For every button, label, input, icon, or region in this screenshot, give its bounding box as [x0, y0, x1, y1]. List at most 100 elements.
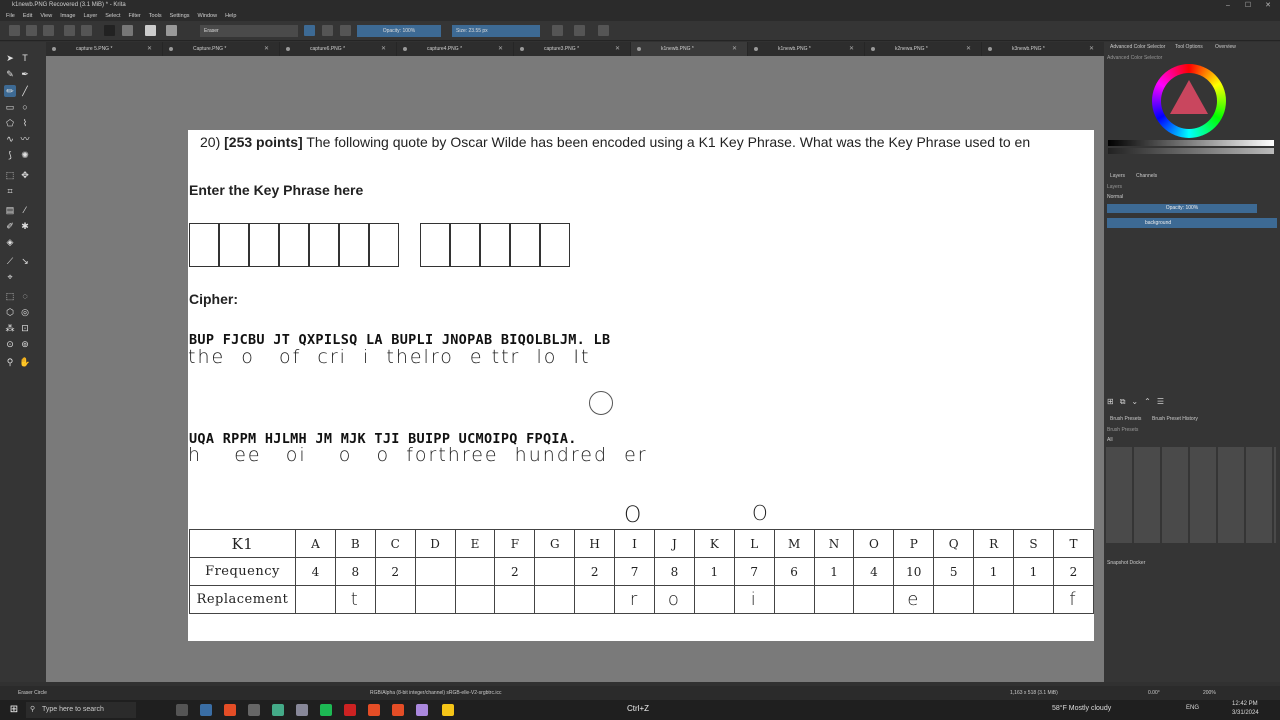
close-icon[interactable]: ✕: [498, 42, 503, 56]
close-icon[interactable]: ✕: [615, 42, 620, 56]
minimize-icon[interactable]: –: [1218, 0, 1238, 11]
close-icon[interactable]: ✕: [732, 42, 737, 56]
app-icon[interactable]: [248, 704, 260, 716]
layer-opacity-slider[interactable]: Opacity: 100%: [1107, 204, 1257, 213]
rect-select-icon[interactable]: ⬚: [4, 290, 16, 302]
tab-document-active[interactable]: k1newb.PNG * ✕: [631, 42, 748, 56]
value-gradient-bar[interactable]: [1108, 140, 1274, 146]
tab-brush-preset-history[interactable]: Brush Preset History: [1152, 416, 1198, 422]
tab-document[interactable]: capture3.PNG * ✕: [514, 42, 631, 56]
key-letter-box[interactable]: [189, 223, 219, 267]
tab-document[interactable]: capture 5.PNG * ✕: [46, 42, 163, 56]
close-icon[interactable]: ✕: [849, 42, 854, 56]
similar-select-icon[interactable]: ⊡: [19, 322, 31, 334]
colorize-mask-icon[interactable]: ✐: [4, 220, 16, 232]
opacity-slider[interactable]: Opacity: 100%: [357, 25, 441, 37]
tab-tool-options[interactable]: Tool Options: [1175, 44, 1203, 50]
menu-help[interactable]: Help: [225, 11, 236, 21]
undo-icon[interactable]: [64, 25, 75, 36]
layer-row[interactable]: background: [1107, 218, 1277, 228]
key-letter-box[interactable]: [309, 223, 339, 267]
close-icon[interactable]: ✕: [1089, 42, 1094, 56]
taskbar-search[interactable]: ⚲ Type here to search: [26, 702, 136, 718]
tab-document[interactable]: k3newb.PNG * ✕: [982, 42, 1104, 56]
key-letter-box[interactable]: [420, 223, 450, 267]
clock-time[interactable]: 12:42 PM: [1232, 701, 1258, 707]
spotify-icon[interactable]: [320, 704, 332, 716]
freehand-path-icon[interactable]: 〰: [19, 133, 31, 145]
krita-icon[interactable]: [416, 704, 428, 716]
app-icon[interactable]: [296, 704, 308, 716]
polygon-select-icon[interactable]: ⬡: [4, 306, 16, 318]
mirror-horizontal-icon[interactable]: [552, 25, 563, 36]
zoom-tool-icon[interactable]: ⚲: [4, 356, 16, 368]
transform-icon[interactable]: [598, 25, 609, 36]
fg-bg-color-icon[interactable]: [104, 25, 115, 36]
tab-overview[interactable]: Overview: [1215, 44, 1236, 50]
dynamic-brush-icon[interactable]: ⟆: [4, 149, 16, 161]
menu-tools[interactable]: Tools: [149, 11, 162, 21]
tab-document[interactable]: k2newa.PNG * ✕: [865, 42, 982, 56]
pdf-icon[interactable]: [344, 704, 356, 716]
key-letter-box[interactable]: [510, 223, 540, 267]
close-icon[interactable]: ✕: [264, 42, 269, 56]
redo-icon[interactable]: [81, 25, 92, 36]
multibrush-icon[interactable]: ✺: [19, 149, 31, 161]
mirror-vertical-icon[interactable]: [574, 25, 585, 36]
chrome-icon[interactable]: [368, 704, 380, 716]
pattern-icon[interactable]: [145, 25, 156, 36]
rectangle-tool-icon[interactable]: ▭: [4, 101, 16, 113]
measure-tool-icon[interactable]: ↘: [19, 255, 31, 267]
menu-file[interactable]: File: [6, 11, 15, 21]
bezier-select-icon[interactable]: ⊙: [4, 338, 16, 350]
wrap-around-icon[interactable]: [340, 25, 351, 36]
menu-select[interactable]: Select: [105, 11, 120, 21]
contiguous-select-icon[interactable]: ⁂: [4, 322, 16, 334]
text-tool-icon[interactable]: T: [19, 52, 31, 64]
brush-filter-select[interactable]: All: [1107, 437, 1113, 443]
magnetic-select-icon[interactable]: ⊚: [19, 338, 31, 350]
color-wheel[interactable]: [1152, 64, 1226, 138]
fill-tool-icon[interactable]: ◈: [4, 236, 16, 248]
tab-channels[interactable]: Channels: [1136, 173, 1157, 179]
weather-widget[interactable]: 58°F Mostly cloudy: [1052, 705, 1111, 712]
layer-actions[interactable]: ⊞⧉⌄⌃☰: [1107, 397, 1277, 407]
key-letter-box[interactable]: [369, 223, 399, 267]
close-icon[interactable]: ✕: [381, 42, 386, 56]
task-view-icon[interactable]: [176, 704, 188, 716]
preserve-alpha-icon[interactable]: [322, 25, 333, 36]
chrome-icon[interactable]: [392, 704, 404, 716]
close-icon[interactable]: ✕: [966, 42, 971, 56]
select-shapes-icon[interactable]: ➤: [4, 52, 16, 64]
ellipse-tool-icon[interactable]: ○: [19, 101, 31, 113]
bezier-tool-icon[interactable]: ∿: [4, 133, 16, 145]
app-icon[interactable]: [272, 704, 284, 716]
gradient-icon[interactable]: [122, 25, 133, 36]
document-canvas[interactable]: 20) [253 points] The following quote by …: [188, 130, 1094, 641]
reference-tool-icon[interactable]: ⌖: [4, 271, 16, 283]
brush-preset-icon[interactable]: [166, 25, 177, 36]
menu-view[interactable]: View: [40, 11, 52, 21]
open-document-icon[interactable]: [26, 25, 37, 36]
polyline-tool-icon[interactable]: ⌇: [19, 117, 31, 129]
edge-icon[interactable]: [200, 704, 212, 716]
tab-document[interactable]: capture6.PNG * ✕: [280, 42, 397, 56]
crop-tool-icon[interactable]: ⌗: [4, 185, 16, 197]
close-icon[interactable]: ✕: [147, 42, 152, 56]
size-slider[interactable]: Size: 23.55 px: [452, 25, 540, 37]
language-indicator[interactable]: ENG: [1186, 705, 1199, 711]
freehand-select-icon[interactable]: ◎: [19, 306, 31, 318]
shade-gradient-bar[interactable]: [1108, 148, 1274, 154]
polygon-tool-icon[interactable]: ⬠: [4, 117, 16, 129]
line-tool-icon[interactable]: ╱: [19, 85, 31, 97]
ellipse-select-icon[interactable]: ◌: [19, 290, 31, 302]
transform-tool-icon[interactable]: ⬚: [4, 169, 16, 181]
new-document-icon[interactable]: [9, 25, 20, 36]
tab-document[interactable]: capture4.PNG * ✕: [397, 42, 514, 56]
close-icon[interactable]: ✕: [1258, 0, 1278, 11]
tab-brush-presets[interactable]: Brush Presets: [1110, 416, 1141, 422]
menu-settings[interactable]: Settings: [170, 11, 190, 21]
clock-date[interactable]: 3/31/2024: [1232, 710, 1259, 716]
color-picker-icon[interactable]: ⁄: [19, 204, 31, 216]
pan-tool-icon[interactable]: ✋: [19, 356, 31, 368]
